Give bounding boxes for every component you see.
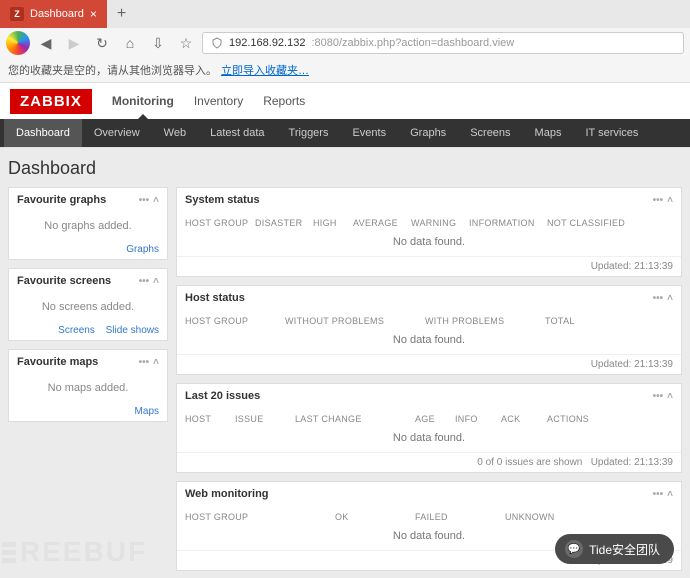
no-data-text: No data found.	[185, 232, 673, 252]
panel-footer: Updated: 21:13:39	[177, 354, 681, 374]
url-path: :8080/zabbix.php?action=dashboard.view	[311, 37, 514, 49]
panel-system-status: System status •••˄ HOST GROUP DISASTER H…	[176, 187, 682, 277]
reload-button[interactable]: ↻	[90, 31, 114, 55]
chevron-up-icon[interactable]: ˄	[153, 357, 159, 368]
nav-inventory[interactable]: Inventory	[194, 84, 243, 118]
bookmarks-bar: 您的收藏夹是空的，请从其他浏览器导入。 立即导入收藏夹…	[0, 58, 690, 82]
empty-text: No graphs added.	[17, 216, 159, 236]
close-icon[interactable]: ×	[90, 7, 97, 21]
main-nav: Monitoring Inventory Reports	[112, 84, 305, 118]
import-bookmarks-link[interactable]: 立即导入收藏夹…	[221, 62, 309, 78]
panel-title: Favourite screens	[17, 275, 111, 287]
panel-footer: 0 of 0 issues are shown Updated: 21:13:3…	[177, 452, 681, 472]
ellipsis-icon[interactable]: •••	[139, 276, 150, 287]
zabbix-logo[interactable]: ZABBIX	[10, 89, 92, 114]
subnav-latest-data[interactable]: Latest data	[198, 119, 276, 147]
page-body: Dashboard Favourite graphs •••˄ No graph…	[0, 148, 690, 578]
page-title: Dashboard	[8, 154, 682, 187]
chevron-up-icon[interactable]: ˄	[667, 489, 673, 500]
issues-shown: 0 of 0 issues are shown	[477, 457, 582, 468]
chevron-up-icon[interactable]: ˄	[153, 195, 159, 206]
link-graphs[interactable]: Graphs	[126, 244, 159, 255]
subnav-overview[interactable]: Overview	[82, 119, 152, 147]
subnav-screens[interactable]: Screens	[458, 119, 522, 147]
updated-text: Updated: 21:13:39	[591, 457, 673, 468]
url-bar[interactable]: 192.168.92.132 :8080/zabbix.php?action=da…	[202, 32, 684, 54]
link-screens[interactable]: Screens	[58, 325, 95, 336]
table-header: HOST GROUP OK FAILED UNKNOWN	[185, 510, 673, 526]
panel-footer: Updated: 21:13:39	[177, 256, 681, 276]
browser-chrome: Z Dashboard × + ◀ ▶ ↻ ⌂ ⇩ ☆ 192.168.92.1…	[0, 0, 690, 83]
link-slideshows[interactable]: Slide shows	[106, 325, 159, 336]
ellipsis-icon[interactable]: •••	[653, 195, 664, 206]
left-column: Favourite graphs •••˄ No graphs added. G…	[8, 187, 168, 571]
no-data-text: No data found.	[185, 428, 673, 448]
forward-button[interactable]: ▶	[62, 31, 86, 55]
link-maps[interactable]: Maps	[135, 406, 159, 417]
subnav-dashboard[interactable]: Dashboard	[4, 119, 82, 147]
empty-text: No maps added.	[17, 378, 159, 398]
download-button[interactable]: ⇩	[146, 31, 170, 55]
ellipsis-icon[interactable]: •••	[139, 357, 150, 368]
app-header: ZABBIX Monitoring Inventory Reports Dash…	[0, 83, 690, 148]
subnav-graphs[interactable]: Graphs	[398, 119, 458, 147]
panel-title: Host status	[185, 292, 245, 304]
panel-title: Web monitoring	[185, 488, 269, 500]
tab-title: Dashboard	[30, 8, 84, 20]
browser-toolbar: ◀ ▶ ↻ ⌂ ⇩ ☆ 192.168.92.132 :8080/zabbix.p…	[0, 28, 690, 58]
subnav-triggers[interactable]: Triggers	[277, 119, 341, 147]
chat-icon: 💬	[565, 540, 583, 558]
browser-logo-icon[interactable]	[6, 31, 30, 55]
ellipsis-icon[interactable]: •••	[653, 391, 664, 402]
ellipsis-icon[interactable]: •••	[653, 489, 664, 500]
chat-label: Tide安全团队	[589, 541, 660, 558]
panel-fav-screens: Favourite screens •••˄ No screens added.…	[8, 268, 168, 341]
tab-favicon: Z	[10, 7, 24, 21]
panel-last-issues: Last 20 issues •••˄ HOST ISSUE LAST CHAN…	[176, 383, 682, 473]
shield-icon	[211, 37, 223, 49]
url-host: 192.168.92.132	[229, 37, 305, 49]
right-column: System status •••˄ HOST GROUP DISASTER H…	[176, 187, 682, 571]
panel-fav-maps: Favourite maps •••˄ No maps added. Maps	[8, 349, 168, 422]
no-data-text: No data found.	[185, 330, 673, 350]
panel-title: Last 20 issues	[185, 390, 260, 402]
chevron-up-icon[interactable]: ˄	[153, 276, 159, 287]
chevron-up-icon[interactable]: ˄	[667, 391, 673, 402]
back-button[interactable]: ◀	[34, 31, 58, 55]
tab-bar: Z Dashboard × +	[0, 0, 690, 28]
star-button[interactable]: ☆	[174, 31, 198, 55]
home-button[interactable]: ⌂	[118, 31, 142, 55]
sub-nav: Dashboard Overview Web Latest data Trigg…	[0, 119, 690, 147]
new-tab-button[interactable]: +	[107, 5, 136, 23]
nav-monitoring[interactable]: Monitoring	[112, 84, 174, 118]
nav-reports[interactable]: Reports	[263, 84, 305, 118]
table-header: HOST ISSUE LAST CHANGE AGE INFO ACK ACTI…	[185, 412, 673, 428]
chevron-up-icon[interactable]: ˄	[667, 195, 673, 206]
panel-host-status: Host status •••˄ HOST GROUP WITHOUT PROB…	[176, 285, 682, 375]
table-header: HOST GROUP WITHOUT PROBLEMS WITH PROBLEM…	[185, 314, 673, 330]
chevron-up-icon[interactable]: ˄	[667, 293, 673, 304]
ellipsis-icon[interactable]: •••	[139, 195, 150, 206]
panel-title: Favourite graphs	[17, 194, 106, 206]
panel-title: System status	[185, 194, 260, 206]
ellipsis-icon[interactable]: •••	[653, 293, 664, 304]
subnav-web[interactable]: Web	[152, 119, 198, 147]
table-header: HOST GROUP DISASTER HIGH AVERAGE WARNING…	[185, 216, 673, 232]
bookmarks-empty-text: 您的收藏夹是空的，请从其他浏览器导入。	[8, 62, 217, 78]
subnav-events[interactable]: Events	[340, 119, 398, 147]
subnav-maps[interactable]: Maps	[523, 119, 574, 147]
panel-title: Favourite maps	[17, 356, 98, 368]
subnav-it-services[interactable]: IT services	[573, 119, 650, 147]
empty-text: No screens added.	[17, 297, 159, 317]
browser-tab-active[interactable]: Z Dashboard ×	[0, 0, 107, 28]
panel-fav-graphs: Favourite graphs •••˄ No graphs added. G…	[8, 187, 168, 260]
chat-bubble[interactable]: 💬 Tide安全团队	[555, 534, 674, 564]
